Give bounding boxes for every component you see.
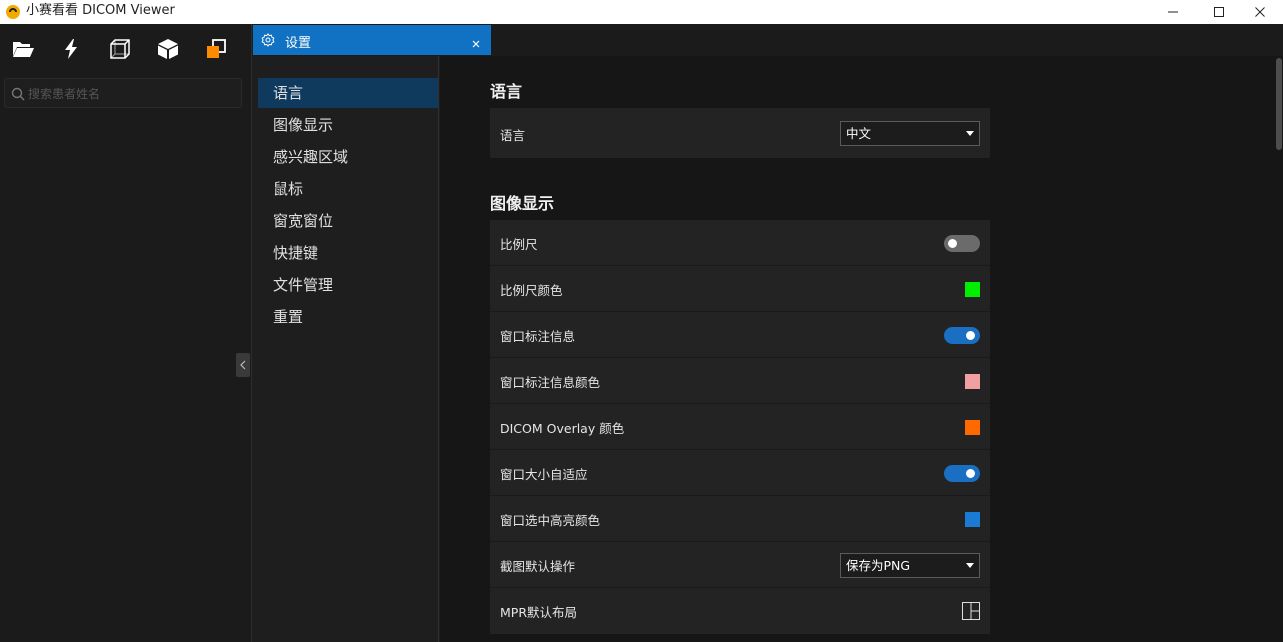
setting-label: 窗口大小自适应 xyxy=(500,467,588,482)
app-window: 小赛看看 DICOM Viewer 搜索患者姓名 设置 语言 图像显示 感兴趣区… xyxy=(0,0,1283,642)
close-icon xyxy=(472,40,480,48)
setting-label: 语言 xyxy=(500,128,526,143)
chevron-left-icon xyxy=(240,360,246,370)
toggle-knob xyxy=(966,469,975,478)
nav-item-image-display[interactable]: 图像显示 xyxy=(258,110,438,140)
window-title: 小赛看看 DICOM Viewer xyxy=(26,3,175,18)
nav-item-file-management[interactable]: 文件管理 xyxy=(258,270,438,300)
nav-item-window-level[interactable]: 窗宽窗位 xyxy=(258,206,438,236)
setting-row-screenshot-action: 截图默认操作 保存为PNG xyxy=(490,542,990,588)
open-folder-button[interactable] xyxy=(10,36,36,62)
folder-open-icon xyxy=(13,42,34,57)
cube-wireframe-icon xyxy=(110,39,130,59)
scale-bar-color-swatch[interactable] xyxy=(965,282,980,297)
setting-row-dicom-overlay-color: DICOM Overlay 颜色 xyxy=(490,404,990,450)
toggle-knob xyxy=(966,331,975,340)
setting-label: 窗口标注信息 xyxy=(500,329,576,344)
toggle-knob xyxy=(948,239,957,248)
nav-item-mouse[interactable]: 鼠标 xyxy=(258,174,438,204)
language-select[interactable]: 中文 xyxy=(840,121,980,146)
mpr-layout-button[interactable] xyxy=(962,602,980,624)
setting-row-language: 语言 中文 xyxy=(490,108,990,158)
setting-label: 比例尺颜色 xyxy=(500,283,563,298)
nav-item-shortcuts[interactable]: 快捷键 xyxy=(258,238,438,268)
tab-close-button[interactable] xyxy=(471,34,481,53)
fusion-button[interactable] xyxy=(203,36,229,62)
section-title-image-display: 图像显示 xyxy=(490,194,555,213)
window-annotation-toggle[interactable] xyxy=(944,327,980,344)
lightning-icon xyxy=(65,39,77,59)
settings-nav: 语言 图像显示 感兴趣区域 鼠标 窗宽窗位 快捷键 文件管理 重置 xyxy=(253,56,439,642)
nav-item-language[interactable]: 语言 xyxy=(258,78,438,108)
settings-content: 语言 语言 中文 图像显示 比例尺 比例尺颜色 窗口标注信息 窗口标注信息颜色 … xyxy=(440,56,1283,642)
setting-label: 截图默认操作 xyxy=(500,559,576,574)
setting-row-window-autofit: 窗口大小自适应 xyxy=(490,450,990,496)
maximize-button[interactable] xyxy=(1196,0,1242,24)
setting-label: DICOM Overlay 颜色 xyxy=(500,421,625,436)
cube-solid-icon xyxy=(158,39,178,59)
close-icon xyxy=(1255,7,1265,17)
setting-label: 窗口选中高亮颜色 xyxy=(500,513,601,528)
layout-grid-icon xyxy=(962,602,980,620)
search-icon xyxy=(11,87,25,101)
app-logo-icon xyxy=(5,4,21,20)
language-card: 语言 中文 xyxy=(490,108,990,158)
caret-down-icon xyxy=(966,131,974,136)
section-title-language: 语言 xyxy=(490,82,523,101)
setting-label: 比例尺 xyxy=(500,237,538,252)
tab-label: 设置 xyxy=(285,36,312,51)
overlay-color-swatch[interactable] xyxy=(965,420,980,435)
maximize-icon xyxy=(1214,7,1224,17)
tab-strip: 设置 xyxy=(253,24,1283,56)
patient-sidebar xyxy=(0,24,252,642)
annotation-color-swatch[interactable] xyxy=(965,374,980,389)
tab-settings[interactable]: 设置 xyxy=(253,25,491,55)
setting-row-highlight-color: 窗口选中高亮颜色 xyxy=(490,496,990,542)
settings-scrollbar[interactable] xyxy=(1275,56,1283,642)
search-input[interactable] xyxy=(28,84,228,104)
setting-row-scale-bar: 比例尺 xyxy=(490,220,990,266)
scrollbar-thumb[interactable] xyxy=(1276,58,1282,150)
image-display-card: 比例尺 比例尺颜色 窗口标注信息 窗口标注信息颜色 DICOM Overlay … xyxy=(490,220,990,634)
minimize-button[interactable] xyxy=(1150,0,1196,24)
highlight-color-swatch[interactable] xyxy=(965,512,980,527)
screenshot-action-select[interactable]: 保存为PNG xyxy=(840,553,980,578)
overlap-squares-icon xyxy=(207,39,226,58)
setting-row-window-annotation: 窗口标注信息 xyxy=(490,312,990,358)
setting-row-scale-bar-color: 比例尺颜色 xyxy=(490,266,990,312)
mpr-button[interactable] xyxy=(107,36,133,62)
title-bar: 小赛看看 DICOM Viewer xyxy=(0,0,1283,24)
minimize-icon xyxy=(1168,11,1178,13)
window-autofit-toggle[interactable] xyxy=(944,465,980,482)
scale-bar-toggle[interactable] xyxy=(944,235,980,252)
volume-render-button[interactable] xyxy=(155,36,181,62)
setting-label: 窗口标注信息颜色 xyxy=(500,375,601,390)
select-value: 保存为PNG xyxy=(846,558,911,573)
select-value: 中文 xyxy=(846,126,872,141)
patient-search[interactable] xyxy=(4,78,242,108)
nav-item-reset[interactable]: 重置 xyxy=(258,302,438,332)
setting-label: MPR默认布局 xyxy=(500,605,578,620)
quick-action-button[interactable] xyxy=(58,36,84,62)
collapse-sidebar-button[interactable] xyxy=(236,353,250,377)
close-window-button[interactable] xyxy=(1237,0,1283,24)
setting-row-window-annotation-color: 窗口标注信息颜色 xyxy=(490,358,990,404)
setting-row-mpr-layout: MPR默认布局 xyxy=(490,588,990,634)
gear-icon xyxy=(261,33,275,47)
nav-item-roi[interactable]: 感兴趣区域 xyxy=(258,142,438,172)
caret-down-icon xyxy=(966,563,974,568)
